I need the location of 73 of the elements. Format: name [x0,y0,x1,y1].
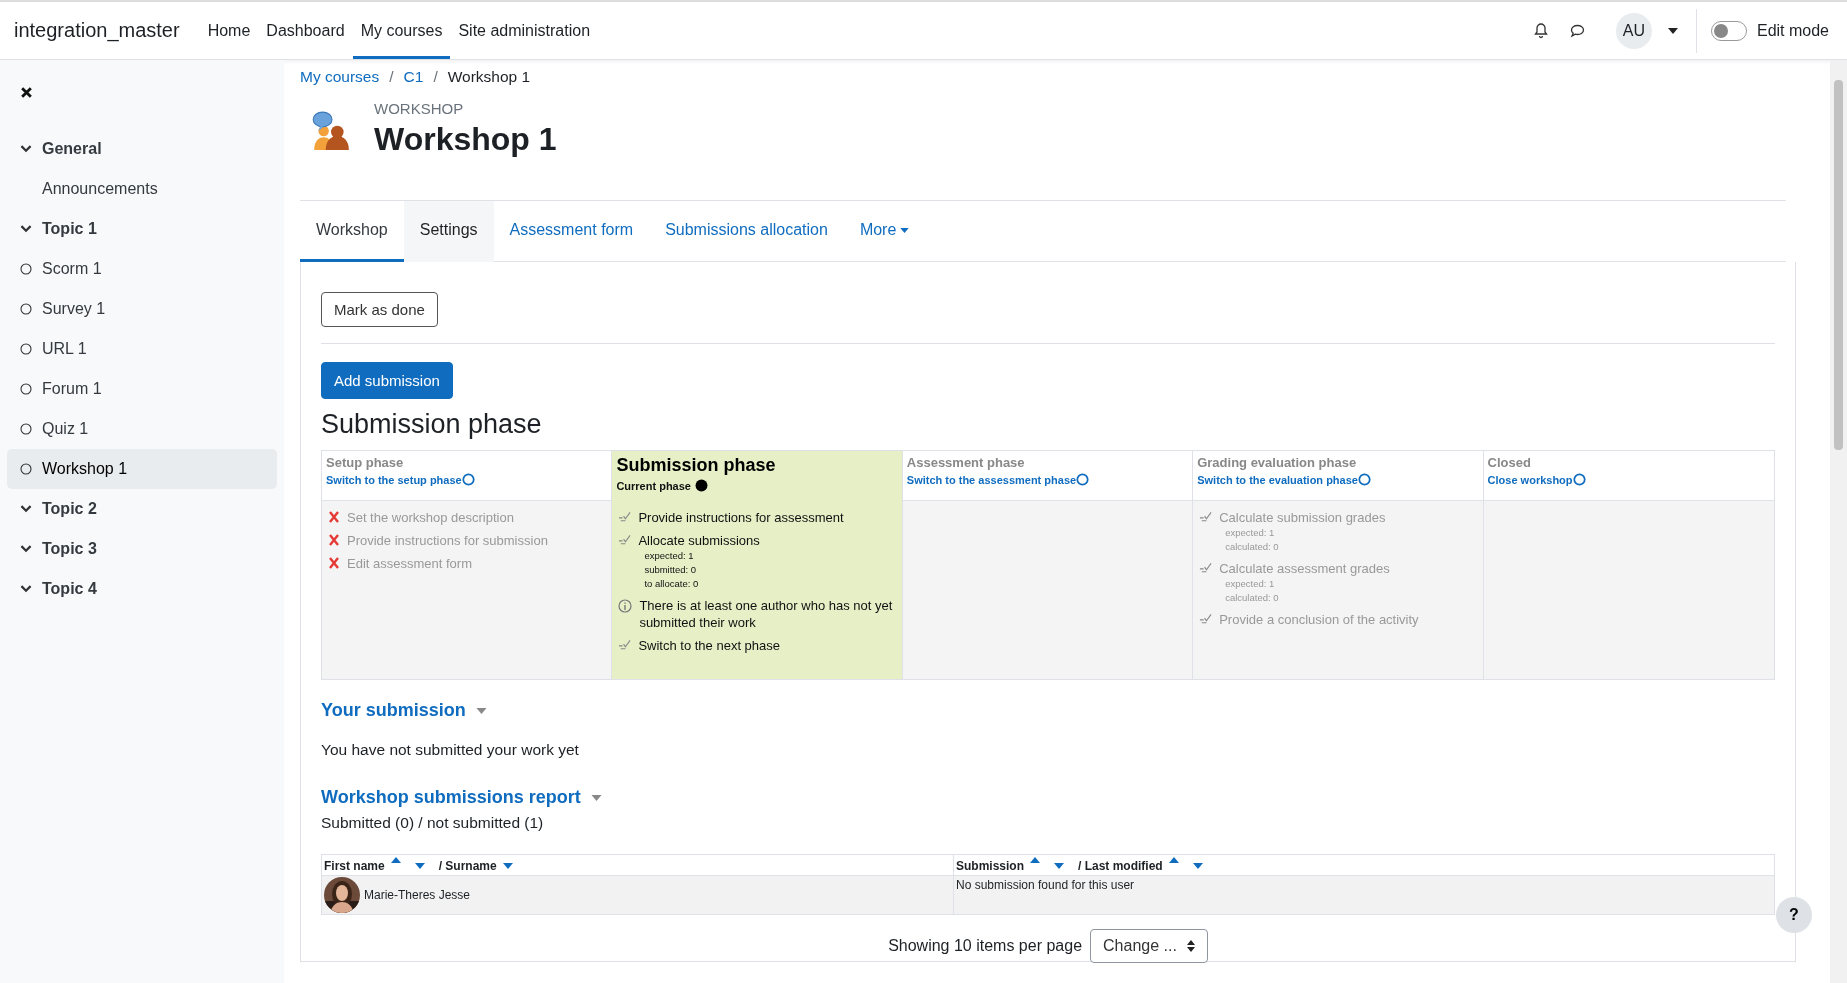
breadcrumb-link[interactable]: My courses [300,68,380,86]
task-label: Allocate submissions [638,532,760,549]
task-detail: to allocate: 0 [644,577,700,591]
course-section-item[interactable]: Topic 1 [7,209,277,249]
user-avatar[interactable]: AU [1615,12,1652,49]
task-label: Calculate assessment grades [1219,560,1390,577]
nav-link[interactable]: Home [199,2,259,59]
task-detail: expected: 1 [1225,577,1276,591]
course-activity-item[interactable]: Quiz 1 [7,409,277,449]
breadcrumb-separator: / [433,68,438,86]
course-activity-item[interactable]: URL 1 [7,329,277,369]
table-cell: No submission found for this user [956,878,1135,892]
report-summary: Submitted (0) / not submitted (1) [321,814,545,832]
course-section-item[interactable]: General [7,129,277,169]
breadcrumb-separator: / [389,68,394,86]
help-button[interactable]: ? [1776,897,1812,933]
task-label: Switch to the next phase [638,637,781,654]
user-name[interactable]: Marie-Theres Jesse [364,888,471,902]
phase-title: Setup phase [326,455,405,470]
nav-link[interactable]: Dashboard [258,2,353,59]
tab[interactable]: Submissions allocation [649,201,844,262]
course-activity-item[interactable]: Forum 1 [7,369,277,409]
phase-heading: Submission phase [321,409,543,440]
tab[interactable]: Assessment form [493,201,650,262]
breadcrumb-current-page: Workshop 1 [447,68,531,86]
phase-title: Grading evaluation phase [1197,455,1358,470]
task-label: There is at least one author who has not yet submitted their work [639,597,894,631]
course-section-item[interactable]: Topic 3 [7,529,277,569]
nav-link[interactable]: My courses [352,2,451,59]
task-detail: expected: 1 [1225,526,1276,540]
course-section-item[interactable]: Topic 4 [7,569,277,609]
phase-title: Submission phase [616,455,777,476]
your-submission-heading[interactable]: Your submission [321,700,466,721]
column-header[interactable]: / Surname [438,859,497,873]
switch-phase-link[interactable]: Switch to the evaluation phase [1197,473,1358,486]
task-label: Provide a conclusion of the activity [1219,611,1419,628]
switch-phase-link[interactable]: Close workshop [1487,473,1573,486]
switch-phase-link[interactable]: Switch to the setup phase [326,473,462,486]
site-name[interactable]: integration_master [14,19,180,42]
column-header[interactable]: First name [324,859,385,873]
course-activity-item[interactable]: Workshop 1 [7,449,277,489]
phase-title: Closed [1487,455,1532,470]
switch-phase-link[interactable]: Switch to the assessment phase [906,473,1077,486]
task-detail: submitted: 0 [644,563,698,577]
per-page-select[interactable]: Change ... [1090,929,1208,963]
column-header[interactable]: Submission [956,859,1024,873]
task-label: Set the workshop description [347,509,514,526]
task-label: Calculate submission grades [1219,509,1386,526]
task-label: Provide instructions for submission [347,532,548,549]
current-phase-label: Current phase [616,479,691,492]
add-submission-button[interactable]: Add submission [321,362,453,399]
nav-link[interactable]: Site administration [450,2,599,59]
course-section-item[interactable]: Topic 2 [7,489,277,529]
course-activity-item[interactable]: Scorm 1 [7,249,277,289]
phase-title: Assessment phase [906,455,1026,470]
edit-mode-label: Edit mode [1756,21,1829,40]
activity-type-label: WORKSHOP [374,100,465,117]
submission-status-text: You have not submitted your work yet [321,741,580,759]
breadcrumb-link[interactable]: C1 [403,68,424,86]
task-detail: calculated: 0 [1225,591,1280,605]
task-detail: expected: 1 [644,549,695,563]
task-detail: calculated: 0 [1225,540,1280,554]
course-activity-item[interactable]: Announcements [7,169,277,209]
task-label: Edit assessment form [347,555,472,572]
mark-as-done-button[interactable]: Mark as done [321,292,438,327]
tab[interactable]: Settings [403,201,494,262]
course-activity-item[interactable]: Survey 1 [7,289,277,329]
paging-text: Showing 10 items per page [888,937,1083,955]
tab[interactable]: More [843,201,926,262]
task-label: Provide instructions for assessment [638,509,844,526]
page-title: Workshop 1 [374,121,557,158]
report-heading[interactable]: Workshop submissions report [321,787,581,808]
column-header[interactable]: / Last modified [1078,859,1163,873]
